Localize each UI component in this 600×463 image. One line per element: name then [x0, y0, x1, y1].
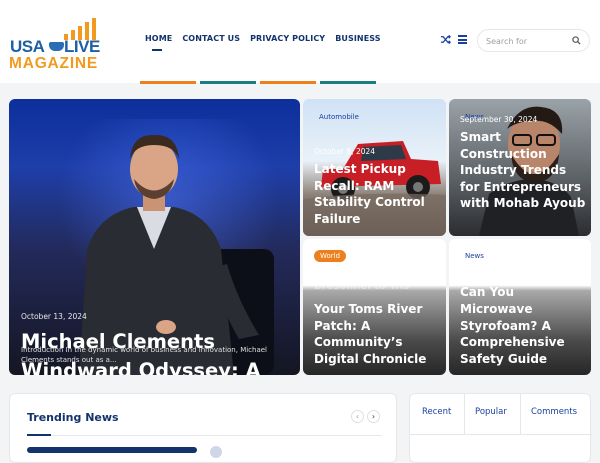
category-badge-news[interactable]: News	[459, 250, 490, 262]
search-input[interactable]	[486, 35, 566, 47]
tab-comments[interactable]: Comments	[531, 407, 577, 417]
tab-divider	[464, 394, 465, 434]
shuffle-icon[interactable]	[440, 34, 451, 45]
hero-date: October 13, 2024	[21, 312, 87, 321]
book-icon	[49, 42, 64, 51]
logo-text-magazine: MAGAZINE	[9, 55, 99, 72]
search-box	[477, 29, 590, 52]
trending-item-preview[interactable]	[27, 447, 197, 453]
hero-excerpt: Introduction In the dynamic world of bus…	[21, 346, 268, 364]
title-underline	[27, 434, 51, 436]
tab-divider	[520, 394, 521, 434]
menu-icon[interactable]	[458, 35, 467, 44]
logo-text-live: LIVE	[64, 37, 100, 56]
category-badge-world[interactable]: World	[314, 250, 347, 262]
card-title[interactable]: Your Toms River Patch: A Community’s Dig…	[314, 301, 442, 367]
logo-text-usa: USA	[10, 37, 45, 56]
trending-title: Trending News	[27, 411, 119, 424]
next-arrow-icon[interactable]: ›	[367, 410, 380, 423]
card-title-partial-line: Can You	[460, 285, 514, 299]
tab-recent[interactable]: Recent	[422, 407, 451, 417]
nav-privacy-policy[interactable]: PRIVACY POLICY	[250, 34, 325, 43]
trending-news-panel: Trending News ‹ ›	[9, 393, 397, 463]
card-title[interactable]: Microwave Styrofoam? A Comprehensive Saf…	[460, 301, 588, 367]
sidebar-tabs-panel: Recent Popular Comments	[409, 393, 592, 463]
card-title[interactable]: Smart Construction Industry Trends for E…	[460, 129, 588, 212]
tab-bottom-border	[410, 434, 592, 435]
avatar	[210, 446, 222, 458]
card-title-partial-line: Bresonnel to Tris	[314, 281, 410, 291]
nav-contact-us[interactable]: CONTACT US	[182, 34, 240, 43]
nav-business[interactable]: BUSINESS	[335, 34, 380, 43]
header-color-stripes	[140, 81, 380, 84]
article-card-toms-river[interactable]: World Bresonnel to Tris Your Toms River …	[303, 239, 446, 375]
card-date: September 30, 2024	[460, 115, 538, 124]
site-header: USA LIVE MAGAZINE HOME CONTACT US PRIVAC…	[0, 0, 600, 84]
hero-article[interactable]: October 13, 2024 Michael Clements Windwa…	[9, 99, 300, 375]
card-date: October 8, 2024	[314, 147, 376, 156]
tab-popular[interactable]: Popular	[475, 407, 507, 417]
card-title[interactable]: Latest Pickup Recall: RAM Stability Cont…	[314, 161, 439, 227]
category-badge-automobile[interactable]: Automobile	[313, 111, 365, 123]
article-card-pickup-recall[interactable]: Automobile October 8, 2024 Latest Pickup…	[303, 99, 446, 236]
site-logo[interactable]: USA LIVE MAGAZINE	[8, 12, 114, 72]
article-card-microwave-styrofoam[interactable]: News Can You Microwave Styrofoam? A Comp…	[449, 239, 591, 375]
search-icon[interactable]	[572, 36, 581, 45]
nav-home[interactable]: HOME	[145, 34, 172, 43]
prev-arrow-icon[interactable]: ‹	[351, 410, 364, 423]
nav-active-indicator	[152, 49, 162, 51]
main-nav: HOME CONTACT US PRIVACY POLICY BUSINESS	[145, 34, 381, 43]
divider	[27, 435, 382, 436]
article-card-construction-trends[interactable]: News September 30, 2024 Smart Constructi…	[449, 99, 591, 236]
